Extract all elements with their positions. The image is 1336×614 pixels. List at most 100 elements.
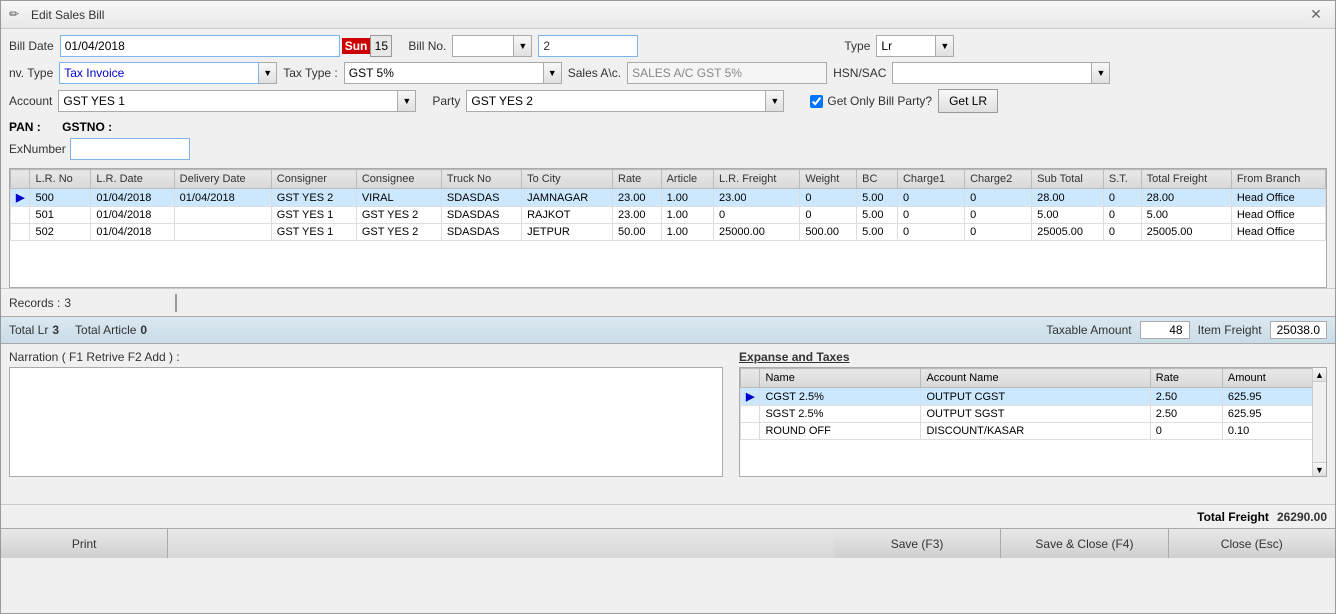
th-charge2: Charge2: [965, 170, 1032, 189]
cell-st: 0: [1103, 189, 1141, 207]
total-freight-value: 26290.00: [1277, 510, 1327, 524]
cell-from-branch: Head Office: [1231, 207, 1325, 224]
cell-to-city: JAMNAGAR: [522, 189, 613, 207]
exp-cell-account-name: OUTPUT SGST: [921, 406, 1150, 423]
expenses-table-container: Name Account Name Rate Amount ▶ CGST 2.5…: [739, 367, 1327, 477]
cell-consignee: GST YES 2: [356, 224, 441, 241]
bill-no-combo: ▼: [452, 35, 532, 57]
cell-bc: 5.00: [857, 224, 898, 241]
exp-cell-amount: 0.10: [1222, 423, 1325, 440]
type-dropdown-button[interactable]: ▼: [936, 35, 954, 57]
inv-type-input[interactable]: [59, 62, 259, 84]
get-lr-button[interactable]: Get LR: [938, 89, 998, 113]
party-input[interactable]: [466, 90, 766, 112]
tax-type-dropdown-button[interactable]: ▼: [544, 62, 562, 84]
total-freight-label: Total Freight: [1197, 510, 1269, 524]
type-label: Type: [844, 39, 870, 53]
exp-cell-amount: 625.95: [1222, 388, 1325, 406]
table-row[interactable]: 501 01/04/2018 GST YES 1 GST YES 2 SDASD…: [11, 207, 1326, 224]
th-lr-no: L.R. No: [30, 170, 91, 189]
get-only-bill-party-checkbox[interactable]: [810, 95, 823, 108]
scroll-up-button[interactable]: ▲: [1313, 368, 1326, 382]
cell-lr-no: 500: [30, 189, 91, 207]
total-lr-item: Total Lr 3: [9, 323, 59, 337]
inv-type-dropdown-button[interactable]: ▼: [259, 62, 277, 84]
narration-area: Narration ( F1 Retrive F2 Add ) :: [1, 344, 731, 504]
exp-cell-name: SGST 2.5%: [760, 406, 921, 423]
account-input[interactable]: [58, 90, 398, 112]
bill-no-dropdown-button[interactable]: ▼: [514, 35, 532, 57]
form-row-3: Account ▼ Party ▼ Get Only Bill Party? G…: [9, 89, 1327, 113]
type-input[interactable]: [876, 35, 936, 57]
exp-cell-rate: 2.50: [1150, 406, 1222, 423]
save-button[interactable]: Save (F3): [834, 529, 1001, 558]
hsnsac-dropdown-button[interactable]: ▼: [1092, 62, 1110, 84]
expenses-title-e: E: [739, 350, 747, 364]
summary-right: Taxable Amount 48 Item Freight 25038.0: [1046, 321, 1327, 339]
bill-no-value-input[interactable]: [538, 35, 638, 57]
exp-cell-account-name: DISCOUNT/KASAR: [921, 423, 1150, 440]
party-label: Party: [432, 94, 460, 108]
party-dropdown-button[interactable]: ▼: [766, 90, 784, 112]
records-bar: Records : 3: [1, 288, 1335, 316]
th-consigner: Consigner: [271, 170, 356, 189]
th-charge1: Charge1: [897, 170, 964, 189]
form-row-2: nv. Type ▼ Tax Type : ▼ Sales A\c. SALES…: [9, 62, 1327, 84]
account-dropdown-button[interactable]: ▼: [398, 90, 416, 112]
hsnsac-input[interactable]: [892, 62, 1092, 84]
taxable-amount-label: Taxable Amount: [1046, 323, 1131, 337]
main-window: ✏ Edit Sales Bill ✕ Bill Date Sun 15 Bil…: [0, 0, 1336, 614]
day-badge: Sun: [342, 38, 371, 54]
footer-bar: Print Save (F3) Save & Close (F4) Close …: [1, 528, 1335, 558]
bill-no-input[interactable]: [452, 35, 514, 57]
bill-date-input[interactable]: [60, 35, 340, 57]
calendar-button[interactable]: 15: [370, 35, 392, 57]
exp-th-indicator: [741, 369, 760, 388]
cell-from-branch: Head Office: [1231, 224, 1325, 241]
save-close-button[interactable]: Save & Close (F4): [1001, 529, 1168, 558]
cell-article: 1.00: [661, 224, 713, 241]
cell-lr-no: 502: [30, 224, 91, 241]
scroll-down-button[interactable]: ▼: [1313, 462, 1326, 476]
close-button[interactable]: Close (Esc): [1169, 529, 1335, 558]
cell-total-freight: 28.00: [1141, 189, 1231, 207]
table-row[interactable]: ▶ 500 01/04/2018 01/04/2018 GST YES 2 VI…: [11, 189, 1326, 207]
bill-date-container: Sun 15: [60, 35, 393, 57]
exp-th-rate: Rate: [1150, 369, 1222, 388]
account-label: Account: [9, 94, 52, 108]
bottom-area: Narration ( F1 Retrive F2 Add ) : Expans…: [1, 344, 1335, 504]
exp-cell-name: ROUND OFF: [760, 423, 921, 440]
exnumber-input[interactable]: [70, 138, 190, 160]
cell-rate: 23.00: [613, 189, 662, 207]
narration-box[interactable]: [9, 367, 723, 477]
cell-truck-no: SDASDAS: [441, 224, 521, 241]
print-button[interactable]: Print: [1, 529, 168, 558]
main-table-body: ▶ 500 01/04/2018 01/04/2018 GST YES 2 VI…: [11, 189, 1326, 241]
cell-lr-date: 01/04/2018: [91, 207, 174, 224]
exp-cell-rate: 0: [1150, 423, 1222, 440]
footer-spacer: [168, 529, 834, 558]
total-article-label: Total Article: [75, 323, 136, 337]
expenses-row[interactable]: SGST 2.5% OUTPUT SGST 2.50 625.95: [741, 406, 1326, 423]
expenses-row[interactable]: ▶ CGST 2.5% OUTPUT CGST 2.50 625.95: [741, 388, 1326, 406]
cell-sub-total: 25005.00: [1032, 224, 1104, 241]
th-st: S.T.: [1103, 170, 1141, 189]
expenses-row[interactable]: ROUND OFF DISCOUNT/KASAR 0 0.10: [741, 423, 1326, 440]
cell-truck-no: SDASDAS: [441, 189, 521, 207]
total-lr-label: Total Lr: [9, 323, 48, 337]
table-header-row: L.R. No L.R. Date Delivery Date Consigne…: [11, 170, 1326, 189]
cell-consigner: GST YES 1: [271, 224, 356, 241]
th-truck-no: Truck No: [441, 170, 521, 189]
close-window-button[interactable]: ✕: [1305, 4, 1327, 26]
th-rate: Rate: [613, 170, 662, 189]
exp-cell-account-name: OUTPUT CGST: [921, 388, 1150, 406]
bill-no-label: Bill No.: [408, 39, 446, 53]
pan-row: PAN : GSTNO :: [9, 118, 1327, 136]
tax-type-input[interactable]: [344, 62, 544, 84]
table-row[interactable]: 502 01/04/2018 GST YES 1 GST YES 2 SDASD…: [11, 224, 1326, 241]
total-freight-bar: Total Freight 26290.00: [1, 504, 1335, 528]
exp-cell-rate: 2.50: [1150, 388, 1222, 406]
bill-date-label: Bill Date: [9, 39, 54, 53]
cell-total-freight: 25005.00: [1141, 224, 1231, 241]
expenses-table: Name Account Name Rate Amount ▶ CGST 2.5…: [740, 368, 1326, 440]
